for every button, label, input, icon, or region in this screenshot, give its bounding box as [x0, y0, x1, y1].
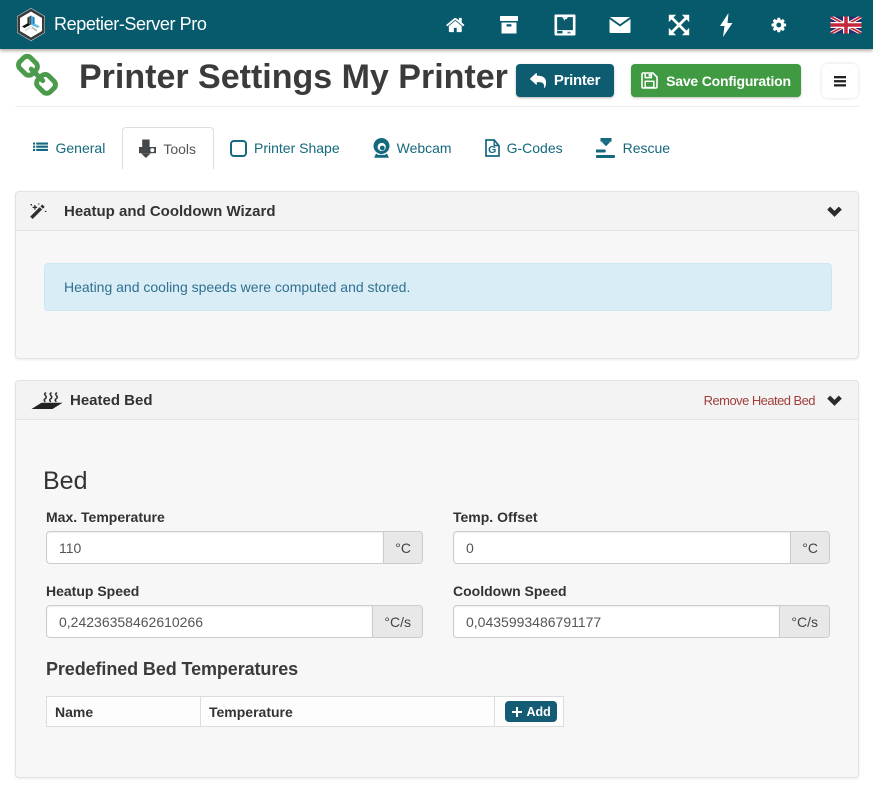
- svg-text:G: G: [488, 144, 496, 156]
